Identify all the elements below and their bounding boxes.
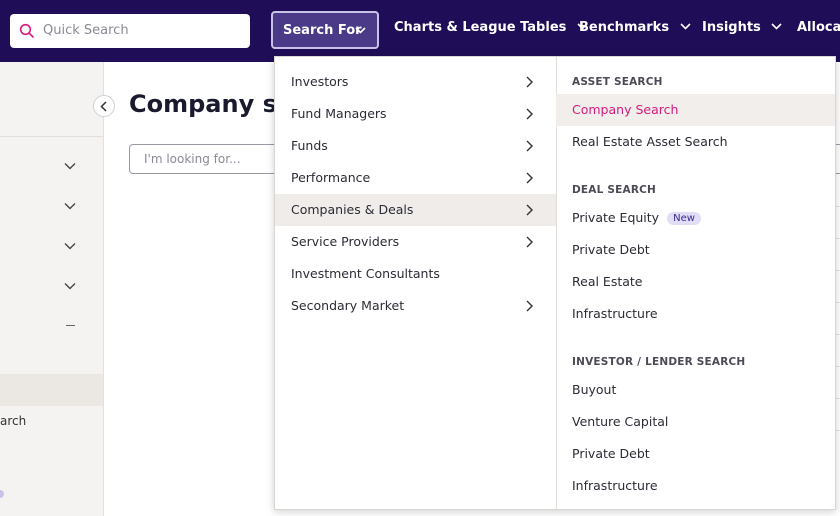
nav-label: Allocato: [797, 20, 840, 35]
collapse-dash-icon[interactable]: [66, 325, 75, 326]
chevron-left-icon: [100, 101, 107, 112]
top-navigation-bar: Quick Search Search For Charts & League …: [0, 0, 840, 62]
sidebar-selected-item[interactable]: [0, 374, 103, 406]
section-heading-deal-search: DEAL SEARCH: [572, 184, 657, 196]
menu-item-companies-deals[interactable]: Companies & Deals: [275, 194, 556, 226]
sub-item-label: Private Debt: [572, 446, 650, 461]
sub-item-private-debt[interactable]: Private Debt: [556, 234, 835, 266]
chevron-right-icon: [526, 140, 533, 152]
menu-item-investment-consultants[interactable]: Investment Consultants: [275, 258, 556, 290]
nav-label: Charts & League Tables: [394, 20, 567, 35]
sub-item-label: Venture Capital: [572, 414, 669, 429]
chevron-down-icon[interactable]: [64, 162, 76, 170]
search-placeholder: I'm looking for...: [144, 152, 241, 166]
nav-charts-league-tables[interactable]: Charts & League Tables: [394, 20, 588, 35]
search-category-list: Investors Fund Managers Funds Performanc…: [275, 57, 557, 509]
sub-item-private-debt-lender[interactable]: Private Debt: [556, 438, 835, 470]
search-subtype-list: ASSET SEARCH Company Search Real Estate …: [556, 57, 835, 509]
sub-item-infrastructure-lender[interactable]: Infrastructure: [556, 470, 835, 502]
menu-item-label: Performance: [291, 170, 371, 185]
sub-item-real-estate-asset-search[interactable]: Real Estate Asset Search: [556, 126, 835, 158]
nav-label: Insights: [702, 20, 761, 35]
sub-item-buyout[interactable]: Buyout: [556, 374, 835, 406]
nav-benchmarks[interactable]: Benchmarks: [579, 20, 691, 35]
quick-search-placeholder: Quick Search: [43, 23, 129, 38]
menu-item-label: Service Providers: [291, 234, 400, 249]
menu-item-secondary-market[interactable]: Secondary Market: [275, 290, 556, 322]
sidebar-item-label[interactable]: arch: [0, 414, 26, 428]
sub-item-label: Real Estate Asset Search: [572, 134, 728, 149]
menu-item-label: Funds: [291, 138, 328, 153]
chevron-right-icon: [526, 236, 533, 248]
menu-item-investors[interactable]: Investors: [275, 66, 556, 98]
new-badge: New: [667, 212, 701, 225]
sub-item-company-search[interactable]: Company Search: [556, 94, 835, 126]
menu-item-label: Companies & Deals: [291, 202, 414, 217]
nav-allocators[interactable]: Allocato: [797, 20, 840, 35]
menu-item-fund-managers[interactable]: Fund Managers: [275, 98, 556, 130]
chevron-right-icon: [526, 172, 533, 184]
chevron-down-icon: [355, 27, 366, 34]
chevron-right-icon: [526, 108, 533, 120]
menu-item-funds[interactable]: Funds: [275, 130, 556, 162]
sub-item-label-wrap: Private Equity New: [572, 210, 701, 225]
status-dot: [0, 490, 4, 498]
sidebar-divider: [0, 136, 103, 137]
chevron-right-icon: [526, 204, 533, 216]
section-heading-asset-search: ASSET SEARCH: [572, 76, 663, 88]
chevron-down-icon: [680, 22, 691, 30]
chevron-right-icon: [526, 76, 533, 88]
sub-item-infrastructure[interactable]: Infrastructure: [556, 298, 835, 330]
menu-item-service-providers[interactable]: Service Providers: [275, 226, 556, 258]
sub-item-label: Infrastructure: [572, 478, 658, 493]
quick-search-input[interactable]: Quick Search: [10, 14, 250, 48]
company-search-input[interactable]: I'm looking for...: [129, 144, 289, 174]
sub-item-label: Private Debt: [572, 242, 650, 257]
sub-item-label: Private Equity: [572, 210, 660, 225]
chevron-down-icon[interactable]: [64, 242, 76, 250]
menu-item-label: Investment Consultants: [291, 266, 440, 281]
nav-label: Benchmarks: [579, 20, 670, 35]
chevron-down-icon[interactable]: [64, 282, 76, 290]
section-heading-investor-lender-search: INVESTOR / LENDER SEARCH: [572, 356, 746, 368]
sub-item-real-estate[interactable]: Real Estate: [556, 266, 835, 298]
sub-item-venture-capital[interactable]: Venture Capital: [556, 406, 835, 438]
menu-item-label: Fund Managers: [291, 106, 387, 121]
search-for-dropdown: Investors Fund Managers Funds Performanc…: [274, 56, 836, 510]
sub-item-label: Real Estate: [572, 274, 643, 289]
search-icon: [19, 23, 34, 38]
nav-insights[interactable]: Insights: [702, 20, 782, 35]
chevron-right-icon: [526, 300, 533, 312]
sub-item-label: Buyout: [572, 382, 617, 397]
chevron-down-icon[interactable]: [64, 202, 76, 210]
sub-item-private-equity[interactable]: Private Equity New: [556, 202, 835, 234]
menu-item-label: Investors: [291, 74, 349, 89]
menu-item-performance[interactable]: Performance: [275, 162, 556, 194]
collapse-sidebar-button[interactable]: [93, 95, 115, 117]
menu-item-label: Secondary Market: [291, 298, 405, 313]
sub-item-label: Infrastructure: [572, 306, 658, 321]
search-for-button[interactable]: Search For: [271, 11, 379, 49]
search-for-label: Search For: [283, 23, 362, 38]
chevron-down-icon: [771, 22, 782, 30]
sub-item-label: Company Search: [572, 102, 679, 117]
sidebar: arch: [0, 62, 104, 516]
